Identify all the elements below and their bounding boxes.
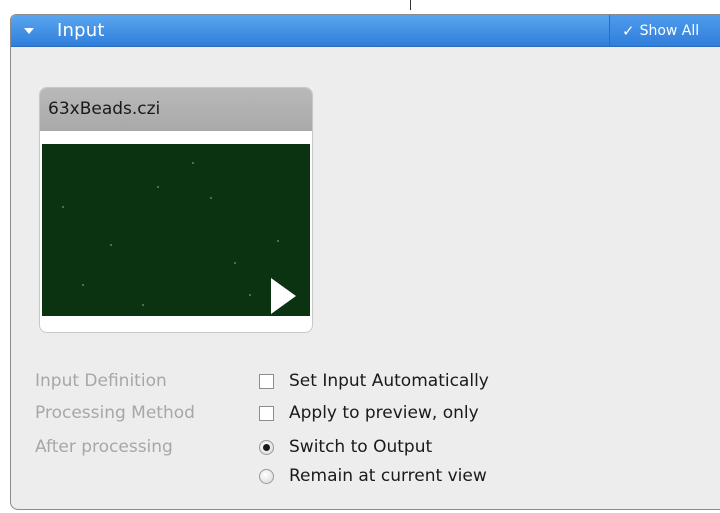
image-thumbnail[interactable]: 63xBeads.czi — [39, 87, 313, 333]
panel-header[interactable]: Input ✓ Show All — [11, 15, 720, 47]
bead-dot — [110, 244, 112, 246]
show-all-button[interactable]: ✓ Show All — [609, 15, 720, 46]
cropped-previous-text — [0, 0, 720, 10]
set-input-automatically-label[interactable]: Set Input Automatically — [289, 371, 489, 391]
processing-method-label: Processing Method — [35, 403, 195, 423]
panel-title: Input — [57, 20, 105, 41]
processing-method-row: Processing Method Apply to preview, only — [11, 401, 720, 427]
input-definition-row: Input Definition Set Input Automatically — [11, 369, 720, 395]
bead-dot — [142, 304, 144, 306]
apply-to-preview-label[interactable]: Apply to preview, only — [289, 403, 479, 423]
remain-at-current-view-row: Remain at current view — [11, 464, 720, 490]
bead-dot — [234, 262, 236, 264]
thumbnail-title-bar: 63xBeads.czi — [40, 88, 312, 131]
play-icon[interactable] — [271, 278, 296, 314]
set-input-automatically-checkbox[interactable] — [259, 374, 274, 389]
after-processing-row: After processing Switch to Output — [11, 435, 720, 461]
bead-dot — [62, 206, 64, 208]
bead-dot — [82, 284, 84, 286]
remain-at-current-view-label[interactable]: Remain at current view — [289, 466, 487, 486]
collapse-arrow-icon[interactable] — [24, 28, 34, 34]
thumbnail-file-name: 63xBeads.czi — [48, 99, 161, 119]
text-caret — [410, 0, 411, 10]
switch-to-output-label[interactable]: Switch to Output — [289, 437, 432, 457]
apply-to-preview-checkbox[interactable] — [259, 406, 274, 421]
input-definition-label: Input Definition — [35, 371, 167, 391]
remain-at-current-view-radio[interactable] — [259, 469, 274, 484]
bead-dot — [157, 186, 159, 188]
bead-dot — [249, 294, 251, 296]
input-panel: Input ✓ Show All 63xBeads.czi Input Defi… — [10, 14, 720, 510]
checkmark-icon: ✓ — [622, 21, 635, 40]
bead-dot — [210, 197, 212, 199]
thumbnail-image[interactable] — [42, 144, 310, 316]
after-processing-label: After processing — [35, 437, 173, 457]
show-all-label: Show All — [639, 22, 700, 39]
bead-dot — [277, 240, 279, 242]
bead-dot — [192, 162, 194, 164]
switch-to-output-radio[interactable] — [259, 440, 274, 455]
